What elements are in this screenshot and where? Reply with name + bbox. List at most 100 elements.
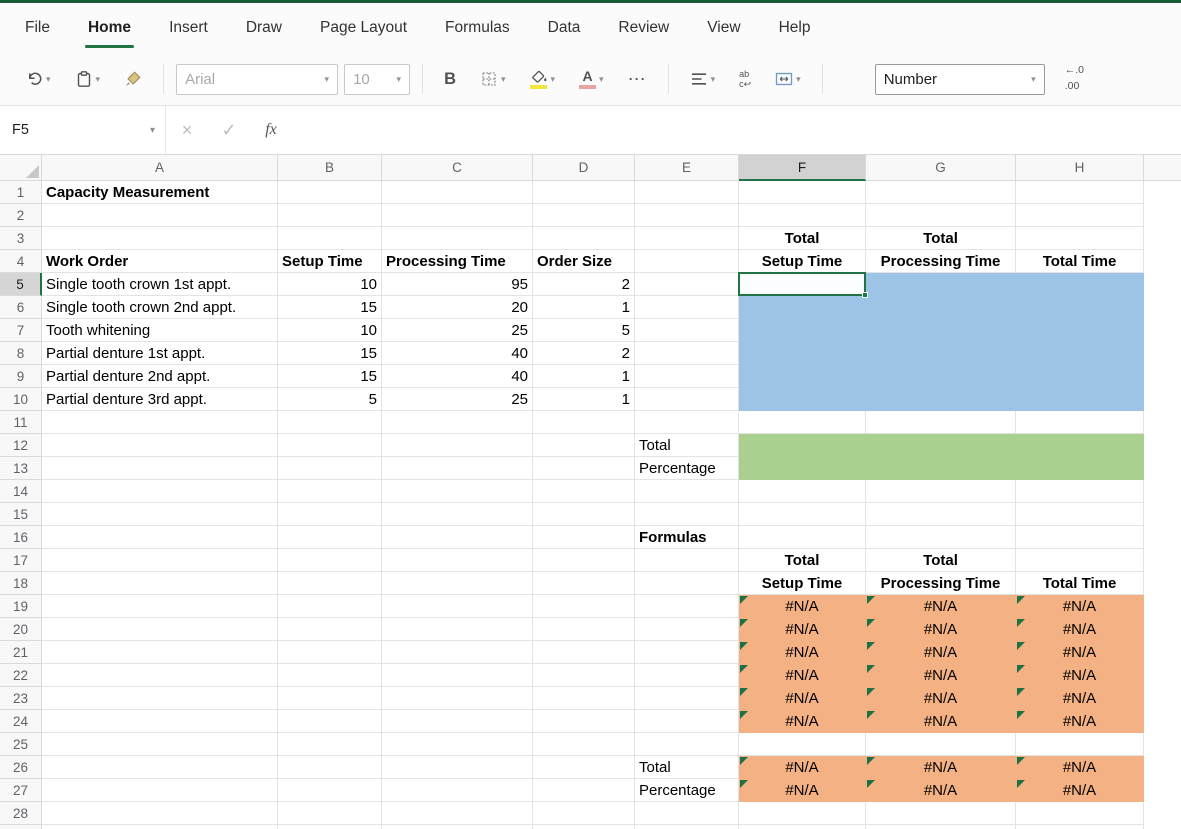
cell-F15[interactable] [739, 503, 866, 526]
cell-D9[interactable]: 1 [533, 365, 635, 388]
cell-B26[interactable] [278, 756, 382, 779]
cell-B12[interactable] [278, 434, 382, 457]
cell-D17[interactable] [533, 549, 635, 572]
cell-E29[interactable] [635, 825, 739, 829]
cell-H18[interactable]: Total Time [1016, 572, 1144, 595]
cell-A18[interactable] [42, 572, 278, 595]
confirm-entry-button[interactable]: ✓ [208, 106, 250, 154]
increase-decimal-button[interactable]: ←.0 [1065, 63, 1084, 79]
cell-F8[interactable] [739, 342, 866, 365]
row-header-15[interactable]: 15 [0, 503, 42, 526]
cell-A28[interactable] [42, 802, 278, 825]
cell-H22[interactable]: #N/A [1016, 664, 1144, 687]
cell-B18[interactable] [278, 572, 382, 595]
name-box[interactable]: F5 ▾ [0, 106, 166, 154]
cell-C21[interactable] [382, 641, 533, 664]
cell-A1[interactable]: Capacity Measurement [42, 181, 278, 204]
cell-D15[interactable] [533, 503, 635, 526]
cell-G25[interactable] [866, 733, 1016, 756]
cell-D16[interactable] [533, 526, 635, 549]
cell-H25[interactable] [1016, 733, 1144, 756]
cell-A9[interactable]: Partial denture 2nd appt. [42, 365, 278, 388]
cell-E19[interactable] [635, 595, 739, 618]
cell-H6[interactable] [1016, 296, 1144, 319]
cell-E14[interactable] [635, 480, 739, 503]
cell-G13[interactable] [866, 457, 1016, 480]
cell-E21[interactable] [635, 641, 739, 664]
cell-C28[interactable] [382, 802, 533, 825]
cell-A22[interactable] [42, 664, 278, 687]
cell-A6[interactable]: Single tooth crown 2nd appt. [42, 296, 278, 319]
row-header-13[interactable]: 13 [0, 457, 42, 480]
cell-D23[interactable] [533, 687, 635, 710]
cell-E5[interactable] [635, 273, 739, 296]
format-painter-button[interactable] [115, 61, 151, 97]
cell-B9[interactable]: 15 [278, 365, 382, 388]
cell-C29[interactable] [382, 825, 533, 829]
cell-G15[interactable] [866, 503, 1016, 526]
row-header-26[interactable]: 26 [0, 756, 42, 779]
column-header-E[interactable]: E [635, 155, 739, 181]
cell-A12[interactable] [42, 434, 278, 457]
bold-button[interactable]: B [435, 61, 465, 97]
cell-B28[interactable] [278, 802, 382, 825]
column-header-B[interactable]: B [278, 155, 382, 181]
undo-dropdown-chevron[interactable]: ▾ [46, 74, 51, 85]
row-header-29[interactable]: 29 [0, 825, 42, 829]
cell-C14[interactable] [382, 480, 533, 503]
cell-A23[interactable] [42, 687, 278, 710]
cell-G1[interactable] [866, 181, 1016, 204]
cell-F12[interactable] [739, 434, 866, 457]
row-header-10[interactable]: 10 [0, 388, 42, 411]
cell-B10[interactable]: 5 [278, 388, 382, 411]
cell-H7[interactable] [1016, 319, 1144, 342]
cell-B7[interactable]: 10 [278, 319, 382, 342]
row-header-5[interactable]: 5 [0, 273, 42, 296]
cell-B17[interactable] [278, 549, 382, 572]
cell-E1[interactable] [635, 181, 739, 204]
cell-D29[interactable] [533, 825, 635, 829]
cell-E18[interactable] [635, 572, 739, 595]
row-header-3[interactable]: 3 [0, 227, 42, 250]
cell-A8[interactable]: Partial denture 1st appt. [42, 342, 278, 365]
fill-handle[interactable] [862, 292, 868, 298]
cell-F22[interactable]: #N/A [739, 664, 866, 687]
cell-B19[interactable] [278, 595, 382, 618]
column-header-G[interactable]: G [866, 155, 1016, 181]
cell-H3[interactable] [1016, 227, 1144, 250]
column-header-F[interactable]: F [739, 155, 866, 181]
cell-C24[interactable] [382, 710, 533, 733]
cell-D21[interactable] [533, 641, 635, 664]
cell-H12[interactable] [1016, 434, 1144, 457]
cell-H14[interactable] [1016, 480, 1144, 503]
cell-B14[interactable] [278, 480, 382, 503]
cell-B5[interactable]: 10 [278, 273, 382, 296]
cell-D20[interactable] [533, 618, 635, 641]
row-header-1[interactable]: 1 [0, 181, 42, 204]
cell-A5[interactable]: Single tooth crown 1st appt. [42, 273, 278, 296]
cell-A4[interactable]: Work Order [42, 250, 278, 273]
cell-C17[interactable] [382, 549, 533, 572]
row-header-12[interactable]: 12 [0, 434, 42, 457]
cell-E28[interactable] [635, 802, 739, 825]
cell-H5[interactable] [1016, 273, 1144, 296]
formula-input[interactable] [292, 106, 1181, 154]
row-header-18[interactable]: 18 [0, 572, 42, 595]
cell-C23[interactable] [382, 687, 533, 710]
cell-D24[interactable] [533, 710, 635, 733]
menu-tab-formulas[interactable]: Formulas [426, 3, 529, 53]
cell-D18[interactable] [533, 572, 635, 595]
cell-C12[interactable] [382, 434, 533, 457]
cell-D3[interactable] [533, 227, 635, 250]
cell-C10[interactable]: 25 [382, 388, 533, 411]
cell-A14[interactable] [42, 480, 278, 503]
cell-E12[interactable]: Total [635, 434, 739, 457]
font-name-select[interactable]: Arial ▾ [176, 63, 339, 95]
cell-F2[interactable] [739, 204, 866, 227]
cell-G6[interactable] [866, 296, 1016, 319]
menu-tab-help[interactable]: Help [760, 3, 830, 53]
row-header-9[interactable]: 9 [0, 365, 42, 388]
cell-F20[interactable]: #N/A [739, 618, 866, 641]
cell-B23[interactable] [278, 687, 382, 710]
cell-C26[interactable] [382, 756, 533, 779]
